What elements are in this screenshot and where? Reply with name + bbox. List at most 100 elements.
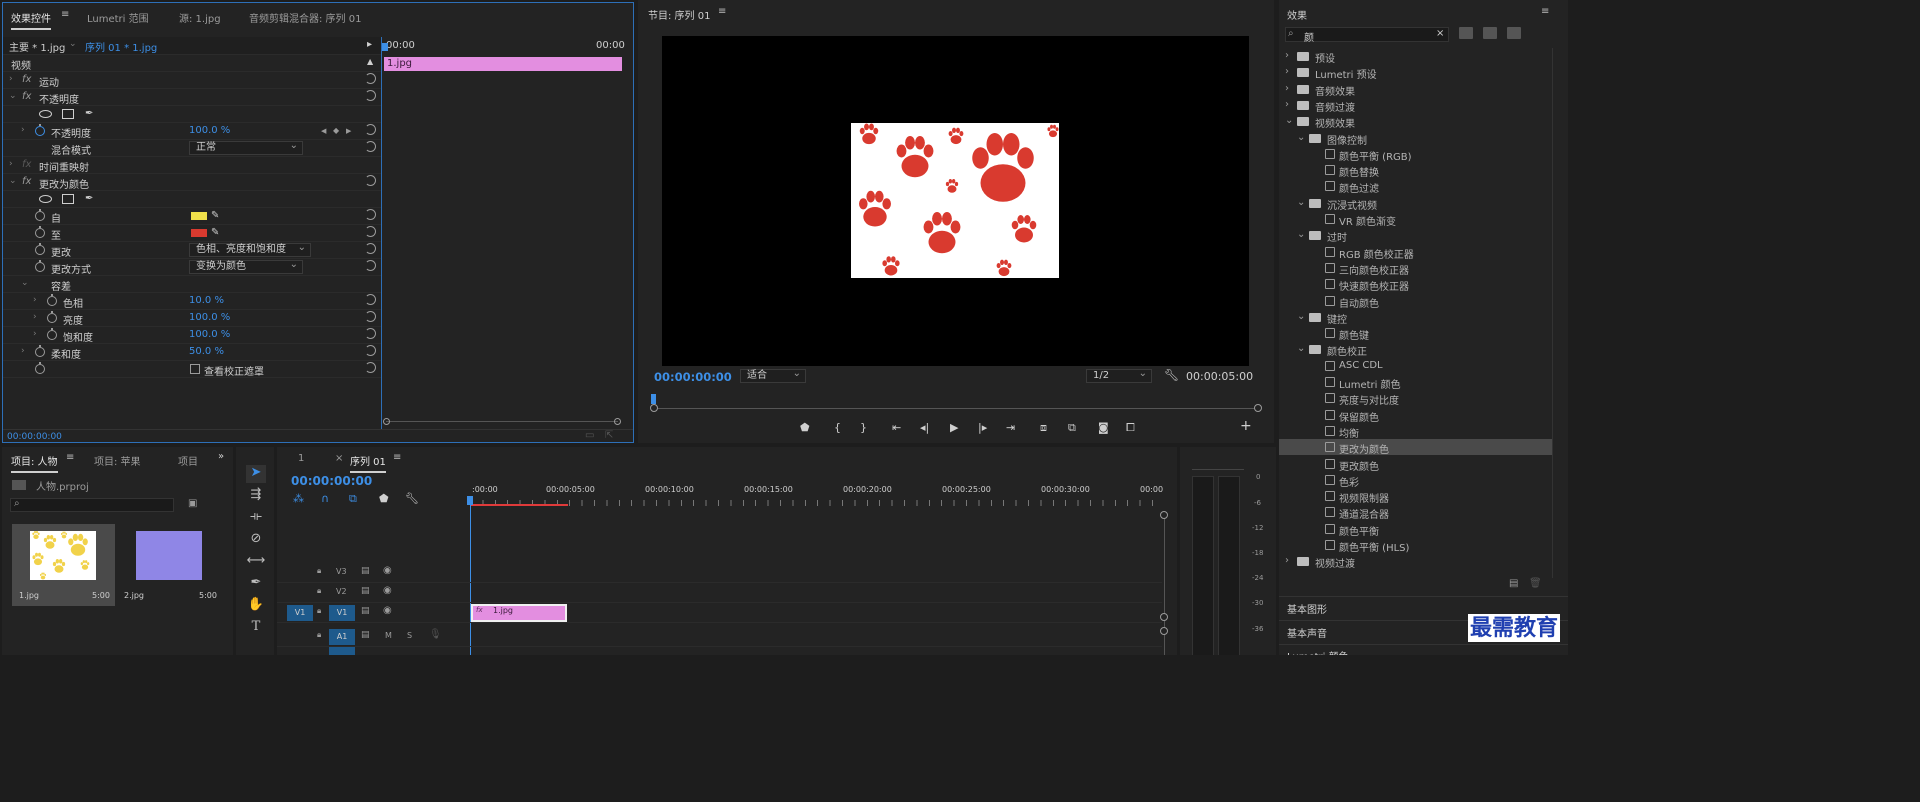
add-keyframe-icon[interactable]: ◆ (333, 126, 339, 135)
close-tab-icon[interactable]: × (335, 453, 343, 464)
stopwatch-icon[interactable] (35, 209, 45, 221)
fx-badge-icon[interactable]: fx (22, 91, 31, 102)
reset-icon[interactable] (365, 243, 376, 254)
reset-icon[interactable] (365, 311, 376, 322)
expand-icon[interactable]: › (9, 159, 13, 169)
reset-icon[interactable] (365, 141, 376, 152)
effect-item[interactable]: 自动颜色 (1279, 293, 1552, 310)
eye-icon[interactable]: ◉ (383, 605, 392, 616)
expand-icon[interactable]: › (9, 74, 13, 84)
effect-item[interactable]: 更改为颜色 (1279, 439, 1552, 456)
delete-icon[interactable]: 🗑︎ (1529, 578, 1542, 589)
effect-item[interactable]: 三向颜色校正器 (1279, 260, 1552, 277)
eyedropper-icon[interactable]: ✎ (211, 210, 219, 221)
reset-icon[interactable] (365, 345, 376, 356)
fx-badge-icon[interactable]: fx (22, 159, 31, 170)
reset-icon[interactable] (365, 260, 376, 271)
stopwatch-icon[interactable] (47, 294, 57, 306)
pen-mask-icon[interactable]: ✒ (85, 193, 93, 204)
prev-keyframe-icon[interactable]: ◀ (321, 127, 326, 135)
hue-value[interactable]: 10.0 % (189, 295, 224, 306)
time-remap-row[interactable]: › fx 时间重映射 (3, 157, 381, 174)
mute-button[interactable]: M (385, 631, 392, 640)
effect-item[interactable]: 颜色平衡 (1279, 521, 1552, 538)
stopwatch-icon[interactable] (35, 124, 45, 136)
play-triangle-icon[interactable]: ▸ (367, 39, 372, 50)
step-forward-icon[interactable]: |▸ (978, 421, 987, 434)
effect-folder[interactable]: › 预设 (1279, 48, 1552, 65)
expand-icon[interactable]: › (21, 125, 25, 135)
view-matte-checkbox[interactable] (190, 364, 200, 374)
to-color-swatch[interactable] (191, 229, 207, 237)
wrench-icon[interactable]: 🔧︎ (1164, 368, 1179, 382)
change-dropdown[interactable]: 色相、亮度和饱和度 (189, 242, 311, 257)
effect-item[interactable]: 快速颜色校正器 (1279, 276, 1552, 293)
sync-lock-icon[interactable]: ▤ (361, 630, 370, 640)
extract-icon[interactable]: ⧉ (1068, 421, 1076, 435)
chevron-down-icon[interactable]: ⌄ (69, 39, 77, 49)
track-v2-label[interactable]: V2 (336, 587, 347, 596)
timeline-timecode[interactable]: 00:00:00:00 (291, 474, 372, 488)
ec-scrollbar[interactable] (383, 418, 621, 425)
effect-item[interactable]: 颜色平衡 (RGB) (1279, 146, 1552, 163)
chevron-down-icon[interactable]: ⌄ (1297, 311, 1305, 322)
opacity-row[interactable]: ⌄ fx 不透明度 (3, 89, 381, 106)
stopwatch-icon[interactable] (35, 226, 45, 238)
motion-row[interactable]: › fx 运动 (3, 72, 381, 89)
timeline-ruler[interactable]: :00:00 00:00:05:00 00:00:10:00 00:00:15:… (467, 483, 1163, 507)
linked-selection-icon[interactable]: ⧉ (349, 492, 357, 506)
from-color-swatch[interactable] (191, 212, 207, 220)
tab-lumetri-scopes[interactable]: Lumetri 范围 (87, 10, 149, 25)
eyedropper-icon[interactable]: ✎ (211, 227, 219, 238)
collapse-icon[interactable]: ⌄ (21, 278, 29, 288)
panel-menu-icon[interactable]: ≡ (393, 452, 401, 463)
work-area-bar[interactable] (470, 504, 568, 506)
lock-icon[interactable]: 🔒︎ (317, 630, 321, 640)
go-to-in-icon[interactable]: ⇤ (892, 421, 901, 434)
expand-icon[interactable]: › (21, 346, 25, 356)
effect-item[interactable]: 颜色过滤 (1279, 178, 1552, 195)
effect-item[interactable]: ASC CDL (1279, 358, 1552, 374)
ellipse-mask-icon[interactable] (39, 195, 52, 203)
tab-effect-controls[interactable]: 效果控件 (11, 10, 51, 30)
reset-icon[interactable] (365, 73, 376, 84)
project-item-2[interactable]: 2.jpg 5:00 (119, 524, 222, 606)
fit-dropdown[interactable]: 适合 (740, 368, 806, 383)
panel-menu-icon[interactable]: ≡ (1541, 6, 1549, 17)
ec-clip-bar[interactable]: 1.jpg (384, 57, 622, 71)
32bit-effects-icon[interactable] (1483, 27, 1497, 39)
effect-folder[interactable]: › Lumetri 预设 (1279, 64, 1552, 81)
fx-badge-icon[interactable]: fx (22, 74, 31, 85)
change-to-color-row[interactable]: ⌄ fx 更改为颜色 (3, 174, 381, 191)
chevron-down-icon[interactable]: ⌄ (1297, 132, 1305, 143)
track-v1-label[interactable]: V1 (329, 605, 355, 621)
tab-project[interactable]: 项目 (178, 453, 198, 468)
effect-item[interactable]: 色彩 (1279, 472, 1552, 489)
timeline-clip[interactable]: fx 1.jpg (471, 604, 567, 622)
effect-folder[interactable]: ⌄ 颜色校正 (1279, 341, 1552, 358)
pen-tool-icon[interactable]: ✒ (246, 575, 266, 593)
effect-item[interactable]: 颜色替换 (1279, 162, 1552, 179)
nest-icon[interactable]: ⁂ (293, 492, 304, 505)
effect-folder[interactable]: › 视频过渡 (1279, 553, 1552, 570)
reset-icon[interactable] (365, 362, 376, 373)
effect-item[interactable]: VR 颜色渐变 (1279, 211, 1552, 228)
expand-icon[interactable]: › (33, 295, 37, 305)
expand-icon[interactable]: › (33, 312, 37, 322)
ellipse-mask-icon[interactable] (39, 110, 52, 118)
chevron-down-icon[interactable]: ⌄ (1285, 115, 1293, 126)
effect-item[interactable]: 通道混合器 (1279, 504, 1552, 521)
softness-value[interactable]: 50.0 % (189, 346, 224, 357)
effect-item[interactable]: 颜色键 (1279, 325, 1552, 342)
mark-out-icon[interactable]: } (860, 421, 867, 434)
panel-menu-icon[interactable]: ≡ (61, 9, 69, 20)
lock-icon[interactable]: 🔒︎ (317, 586, 321, 596)
new-bin-icon[interactable]: ▣ (188, 498, 197, 509)
selection-tool-icon[interactable]: ➤ (246, 465, 266, 483)
chevron-right-icon[interactable]: › (1285, 83, 1289, 94)
snap-icon[interactable]: ∩ (321, 492, 329, 505)
tab-source[interactable]: 源: 1.jpg (179, 10, 221, 25)
effect-folder[interactable]: ⌄ 键控 (1279, 309, 1552, 326)
chevron-down-icon[interactable]: ⌄ (1297, 343, 1305, 354)
chevron-right-icon[interactable]: › (1285, 66, 1289, 77)
